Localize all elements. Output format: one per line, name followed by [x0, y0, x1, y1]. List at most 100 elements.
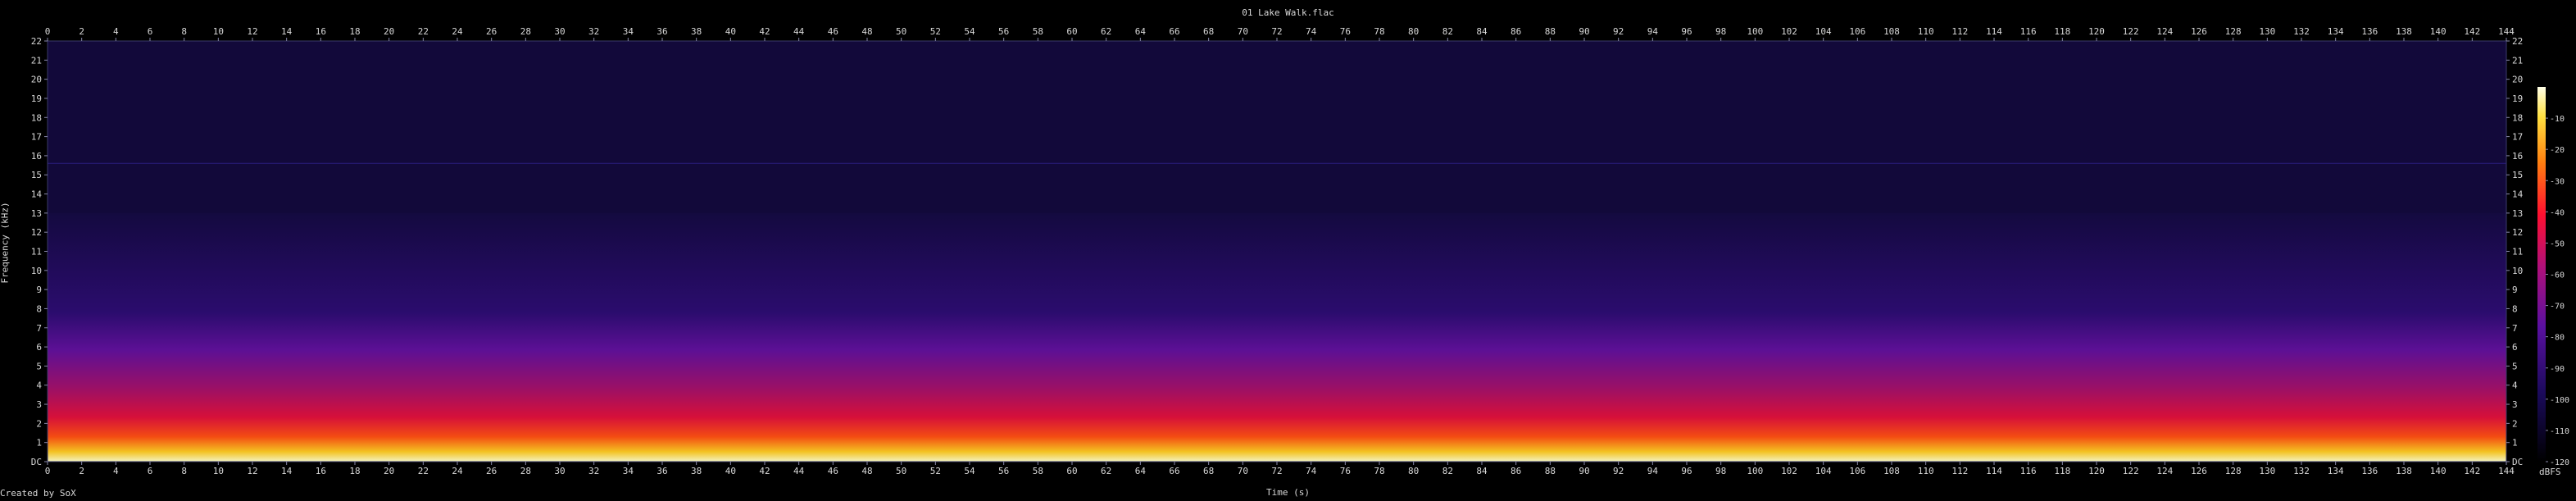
x-tick-label: 110: [1918, 466, 1934, 476]
x-tick-label: 132: [2293, 26, 2310, 37]
x-tick-label: 18: [349, 26, 360, 37]
y-tick-label: DC: [31, 457, 42, 467]
x-tick-label: 114: [1986, 466, 2002, 476]
y-tick-label: 9: [36, 285, 42, 295]
x-tick-label: 30: [554, 26, 565, 37]
x-tick-label: 76: [1340, 26, 1351, 37]
x-tick-label: 82: [1442, 466, 1453, 476]
colorbar-tick-label: -40: [2550, 208, 2565, 217]
x-tick-label: 110: [1918, 26, 1934, 37]
x-tick-label: 140: [2430, 26, 2447, 37]
x-tick-label: 122: [2123, 26, 2139, 37]
x-tick-label: 20: [384, 26, 394, 37]
x-tick-label: 60: [1066, 466, 1077, 476]
y-tick-label: 7: [36, 323, 42, 334]
x-tick-label: 136: [2361, 466, 2378, 476]
x-tick-label: 58: [1033, 26, 1043, 37]
x-tick-label: 42: [759, 26, 770, 37]
x-tick-label: 126: [2191, 26, 2207, 37]
x-tick-label: 30: [554, 466, 565, 476]
x-tick-label: 86: [1511, 466, 1521, 476]
x-tick-label: 72: [1271, 466, 1282, 476]
colorbar-tick-label: -50: [2550, 239, 2565, 248]
colorbar-tick-label: -60: [2550, 271, 2565, 280]
x-tick-label: 50: [896, 26, 906, 37]
y-tick-label: 12: [31, 227, 42, 238]
y-tick-label: 16: [31, 151, 42, 162]
x-tick-label: 36: [656, 466, 667, 476]
y-tick-label: 3: [2512, 399, 2518, 410]
colorbar-tick-label: -30: [2550, 177, 2565, 186]
y-tick-label: 10: [31, 266, 42, 276]
y-tick-label: 1: [36, 438, 42, 449]
y-tick-label: 1: [2512, 438, 2518, 449]
y-tick-label: 6: [2512, 342, 2518, 353]
x-tick-label: 130: [2259, 466, 2275, 476]
y-tick-label: 18: [31, 112, 42, 123]
x-tick-label: 96: [1681, 466, 1692, 476]
x-tick-label: 126: [2191, 466, 2207, 476]
x-tick-label: 46: [828, 26, 838, 37]
x-tick-label: 112: [1951, 26, 1968, 37]
y-tick-label: 8: [2512, 303, 2518, 314]
x-tick-label: 28: [520, 466, 531, 476]
y-tick-label: 15: [31, 170, 42, 180]
x-tick-label: 128: [2225, 26, 2242, 37]
x-tick-label: 62: [1101, 26, 1111, 37]
x-tick-label: 74: [1306, 26, 1317, 37]
x-tick-label: 92: [1613, 26, 1624, 37]
x-tick-label: 16: [316, 26, 326, 37]
x-tick-label: 138: [2396, 26, 2412, 37]
x-tick-label: 64: [1135, 26, 1147, 37]
colorbar-tick-label: -80: [2550, 334, 2565, 343]
x-tick-label: 2: [79, 466, 84, 476]
y-tick-label: 11: [2512, 247, 2523, 257]
colorbar-tick-label: -90: [2550, 365, 2565, 374]
y-tick-label: 18: [2512, 112, 2523, 123]
x-tick-label: 44: [793, 26, 805, 37]
x-tick-label: 106: [1849, 26, 1865, 37]
x-tick-label: 0: [45, 466, 51, 476]
x-tick-label: 8: [181, 26, 187, 37]
x-tick-label: 20: [384, 466, 394, 476]
colorbar-tick-label: -70: [2550, 303, 2565, 312]
y-tick-label: 12: [2512, 227, 2523, 238]
y-tick-label: 21: [31, 55, 42, 66]
colorbar-tick-label: -120: [2550, 458, 2569, 467]
x-tick-label: 56: [998, 26, 1009, 37]
x-tick-label: 118: [2054, 466, 2070, 476]
x-tick-label: 90: [1579, 26, 1589, 37]
x-tick-label: 88: [1545, 466, 1556, 476]
x-tick-label: 116: [2020, 26, 2037, 37]
x-tick-label: 102: [1781, 466, 1797, 476]
x-tick-label: 24: [452, 26, 463, 37]
x-tick-label: 52: [930, 466, 941, 476]
x-tick-label: 136: [2361, 26, 2378, 37]
x-tick-label: 26: [486, 466, 497, 476]
x-tick-label: 80: [1408, 466, 1419, 476]
x-tick-label: 76: [1340, 466, 1351, 476]
x-tick-label: 120: [2088, 466, 2105, 476]
x-tick-label: 96: [1681, 26, 1692, 37]
x-tick-label: 52: [930, 26, 941, 37]
x-tick-label: 2: [79, 26, 84, 37]
spectral-energy: [48, 212, 2506, 462]
x-tick-label: 118: [2054, 26, 2070, 37]
x-tick-label: 40: [725, 26, 736, 37]
x-tick-label: 94: [1647, 466, 1659, 476]
x-tick-label: 44: [793, 466, 805, 476]
x-tick-label: 42: [759, 466, 770, 476]
x-tick-label: 8: [181, 466, 187, 476]
x-tick-label: 82: [1442, 26, 1453, 37]
x-tick-label: 116: [2020, 466, 2037, 476]
x-tick-label: 24: [452, 466, 463, 476]
x-tick-label: 48: [861, 466, 872, 476]
y-tick-label: 11: [31, 247, 42, 257]
x-tick-label: 22: [418, 466, 429, 476]
colorbar-tick-label: -20: [2550, 146, 2565, 155]
x-tick-label: 6: [148, 26, 153, 37]
x-tick-label: 140: [2430, 466, 2447, 476]
y-tick-label: 4: [36, 380, 42, 391]
y-tick-label: 3: [36, 399, 42, 410]
x-tick-label: 70: [1238, 26, 1248, 37]
